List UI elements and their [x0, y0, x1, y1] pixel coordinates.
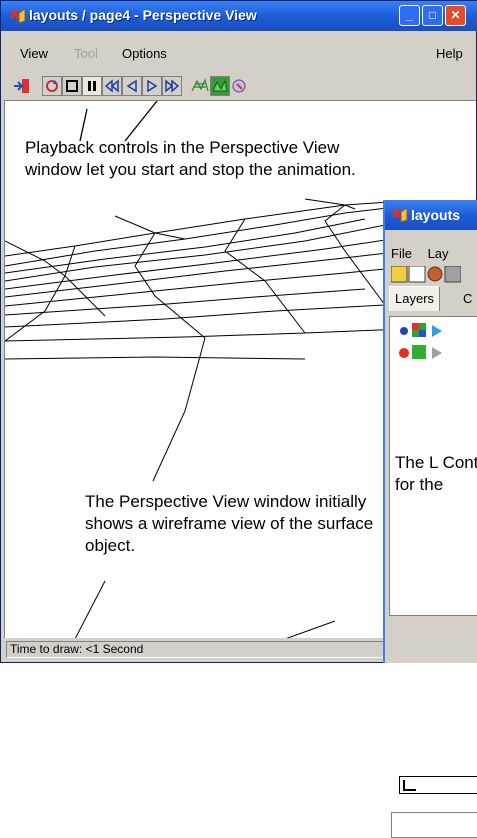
vector-icon [432, 325, 442, 337]
toolbar [2, 74, 476, 100]
title-bar[interactable]: layouts / page4 - Perspective View _ □ ✕ [1, 1, 477, 31]
menu-layout[interactable]: Lay [428, 246, 449, 261]
layer-dot-red [399, 348, 409, 358]
title-bar-2[interactable]: layouts [385, 200, 477, 230]
minimize-button[interactable]: _ [399, 5, 420, 26]
window-title-2: layouts [411, 207, 461, 223]
stop-icon[interactable] [62, 76, 82, 96]
tab-other[interactable]: C [463, 290, 472, 308]
open-icon [408, 265, 426, 283]
horizontal-scrollbar[interactable] [399, 776, 477, 794]
settings-icon[interactable] [230, 76, 250, 96]
status-bar-2 [391, 812, 477, 838]
app-icon-2 [391, 207, 408, 223]
surface-icon[interactable] [210, 76, 230, 96]
tab-strip: Layers C [385, 284, 477, 312]
menu-bar: View Tool Options Help [2, 43, 476, 65]
layer-dot-blue [400, 327, 408, 335]
wireframe-icon[interactable] [190, 76, 210, 96]
menu-view[interactable]: View [20, 46, 48, 61]
maximize-button[interactable]: □ [422, 5, 443, 26]
layer-control-annotation: The L Contr for the [395, 453, 477, 494]
rewind-icon[interactable] [102, 76, 122, 96]
menu-tool[interactable]: Tool [74, 46, 98, 61]
layer-icon [427, 266, 443, 282]
save-icon [390, 265, 408, 283]
step-back-icon[interactable] [122, 76, 142, 96]
close-button[interactable]: ✕ [445, 5, 466, 26]
vector-icon-2 [432, 347, 442, 359]
play-icon[interactable] [142, 76, 162, 96]
playback-annotation: Playback controls in the Perspective Vie… [25, 138, 356, 179]
surface-layer-icon [412, 345, 426, 359]
wireframe-annotation: The Perspective View window initially sh… [85, 492, 374, 555]
layer-controls-window: layouts File Lay Layers C [383, 200, 477, 838]
fast-forward-icon[interactable] [162, 76, 182, 96]
refresh-icon[interactable] [42, 76, 62, 96]
menu-options[interactable]: Options [122, 46, 167, 61]
exit-icon[interactable] [12, 76, 32, 96]
tab-layers[interactable]: Layers [389, 286, 441, 311]
menu-help[interactable]: Help [436, 46, 463, 61]
window-title: layouts / page4 - Perspective View [29, 7, 257, 23]
menu-bar-2: File Lay [391, 246, 449, 261]
menu-file[interactable]: File [391, 246, 412, 261]
app-icon [9, 8, 26, 24]
pause-icon[interactable] [82, 76, 102, 96]
